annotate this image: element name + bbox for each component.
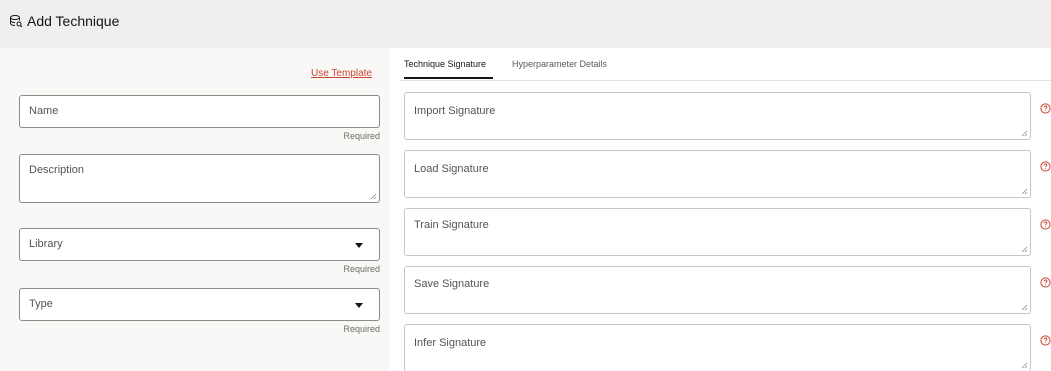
resize-handle-icon[interactable] [1020,245,1028,253]
library-select-label: Library [29,238,63,250]
help-icon[interactable] [1040,103,1051,114]
resize-handle-icon[interactable] [1020,187,1028,195]
description-field[interactable]: Description [19,154,380,203]
load-signature-field[interactable]: Load Signature [404,150,1031,198]
import-signature-field[interactable]: Import Signature [404,92,1031,140]
load-signature-label: Load Signature [414,163,489,175]
infer-signature-label: Infer Signature [414,337,487,349]
resize-handle-icon[interactable] [1020,129,1028,137]
page-header: Add Technique [0,0,1051,48]
page-title: Add Technique [27,13,120,29]
help-icon[interactable] [1040,161,1051,172]
chevron-down-icon [355,303,363,308]
name-required-text: Required [343,131,380,141]
help-icon[interactable] [1040,277,1051,288]
resize-handle-icon[interactable] [1020,361,1028,369]
train-signature-label: Train Signature [414,219,489,231]
tab-hyperparameter-details[interactable]: Hyperparameter Details [512,59,607,69]
type-required-text: Required [343,324,380,334]
resize-handle-icon[interactable] [369,192,377,200]
active-tab-indicator [404,77,493,79]
help-icon[interactable] [1040,219,1051,230]
tab-technique-signature[interactable]: Technique Signature [404,59,486,69]
type-select-label: Type [29,298,53,310]
help-icon[interactable] [1040,335,1051,346]
technique-icon [10,15,23,28]
train-signature-field[interactable]: Train Signature [404,208,1031,256]
name-field-label: Name [29,105,59,117]
resize-handle-icon[interactable] [1020,303,1028,311]
type-select[interactable]: Type [19,288,380,321]
infer-signature-field[interactable]: Infer Signature [404,324,1031,371]
library-select[interactable]: Library [19,228,380,261]
save-signature-label: Save Signature [414,278,490,290]
save-signature-field[interactable]: Save Signature [404,266,1031,314]
signature-tabs: Technique Signature Hyperparameter Detai… [400,53,1051,81]
name-field[interactable]: Name [19,95,380,128]
import-signature-label: Import Signature [414,105,496,117]
chevron-down-icon [355,243,363,248]
description-field-label: Description [29,164,85,176]
library-required-text: Required [343,264,380,274]
use-template-link[interactable]: Use Template [311,68,372,79]
